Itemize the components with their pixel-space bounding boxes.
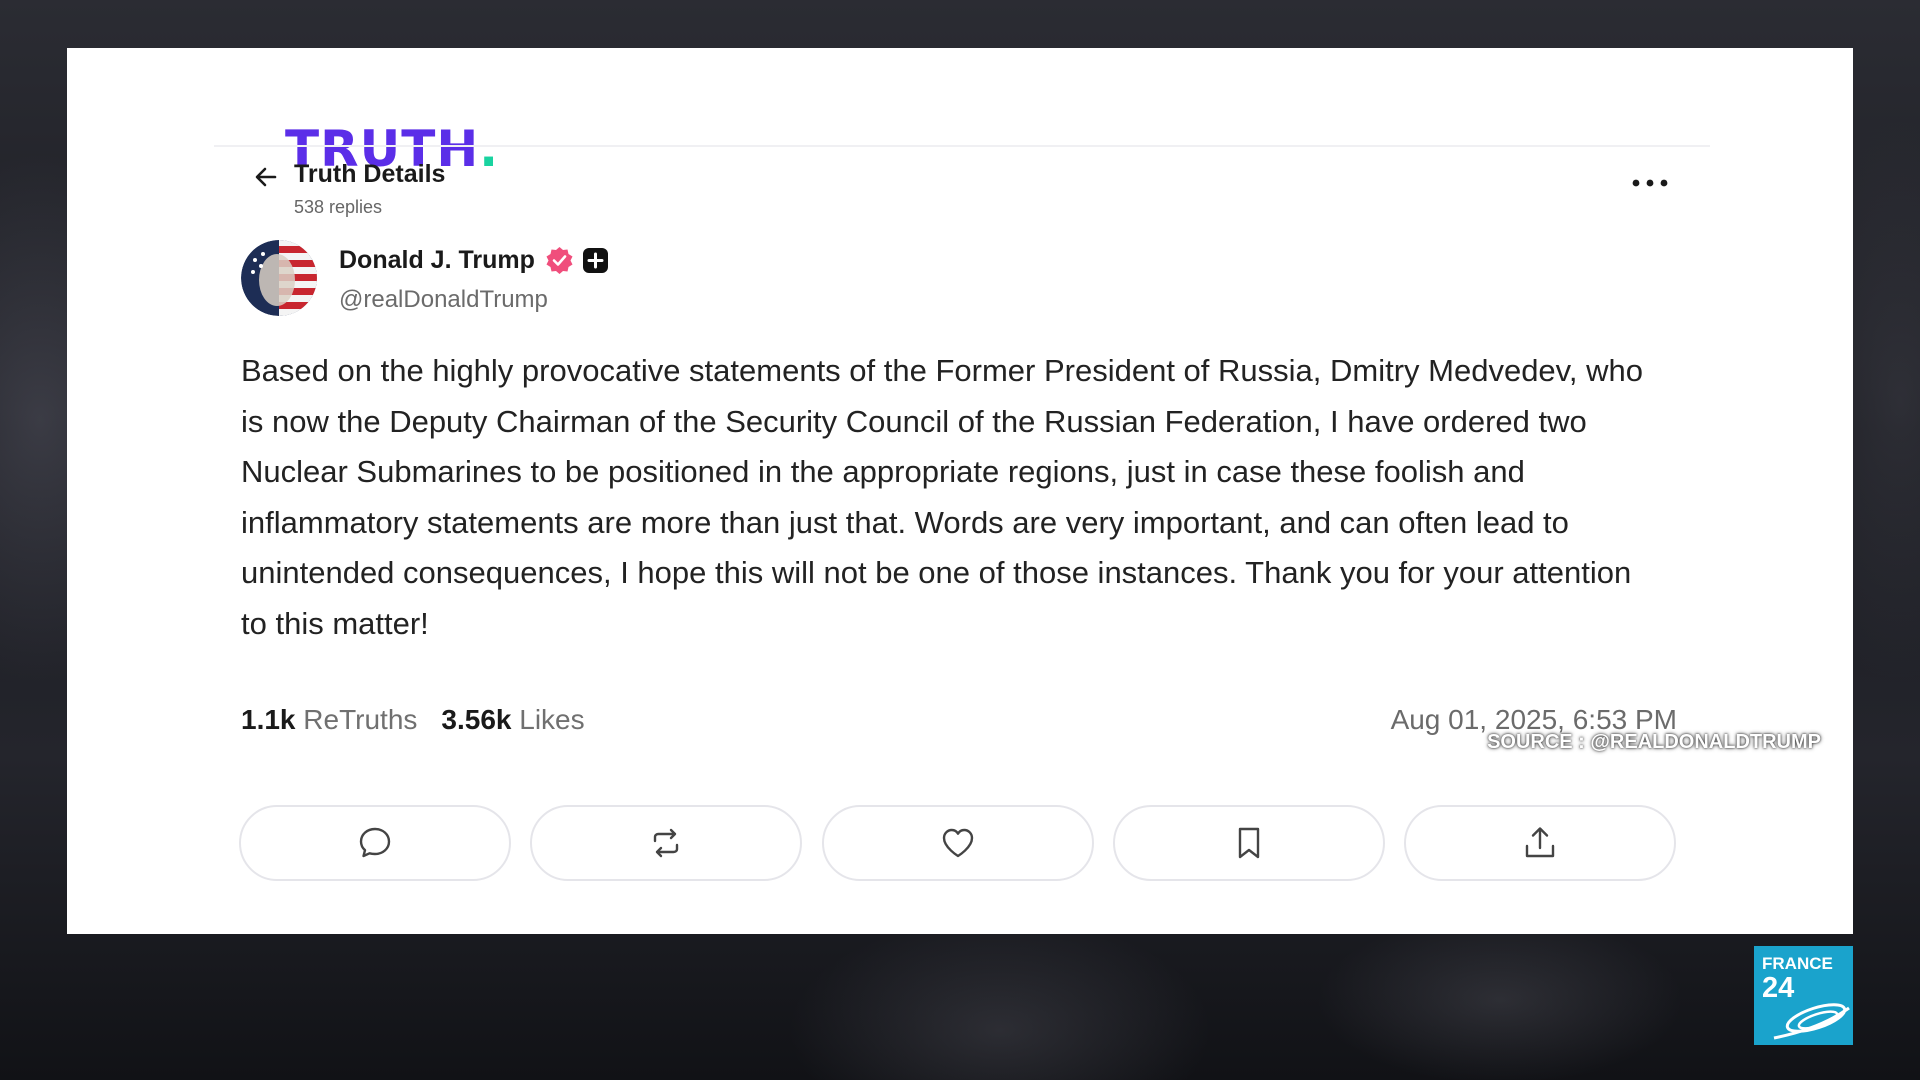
likes-label[interactable]: Likes: [519, 704, 584, 735]
share-button[interactable]: [1404, 805, 1676, 881]
reply-button[interactable]: [239, 805, 511, 881]
author-name[interactable]: Donald J. Trump: [339, 246, 535, 275]
truth-social-card: TRUTH. Truth Details 538 replies Donald …: [67, 48, 1853, 934]
avatar[interactable]: [241, 240, 317, 316]
post-body: Based on the highly provocative statemen…: [241, 353, 1643, 641]
header-divider: [214, 145, 1710, 147]
retruth-icon: [653, 828, 679, 858]
retruths-label[interactable]: ReTruths: [303, 704, 417, 735]
post-stats: 1.1k ReTruths 3.56k Likes: [241, 704, 585, 736]
retruth-button[interactable]: [530, 805, 802, 881]
bookmark-button[interactable]: [1113, 805, 1385, 881]
retruths-count[interactable]: 1.1k: [241, 704, 296, 735]
reply-icon: [359, 827, 391, 858]
bookmark-icon: [1238, 827, 1260, 859]
source-caption: SOURCE : @REALDONALDTRUMP: [1487, 731, 1821, 753]
more-options-icon[interactable]: [1630, 176, 1670, 190]
like-icon: [942, 828, 974, 858]
page-title: Truth Details: [294, 160, 446, 188]
truth-plus-icon: [583, 248, 608, 273]
reply-count: 538 replies: [294, 197, 383, 217]
like-button[interactable]: [822, 805, 1094, 881]
france24-logo: FRANCE 24: [1754, 946, 1853, 1045]
back-arrow-icon[interactable]: [253, 164, 279, 190]
verified-badge-icon: [546, 247, 573, 274]
share-icon: [1525, 827, 1555, 858]
author-handle[interactable]: @realDonaldTrump: [339, 286, 548, 314]
likes-count[interactable]: 3.56k: [441, 704, 511, 735]
